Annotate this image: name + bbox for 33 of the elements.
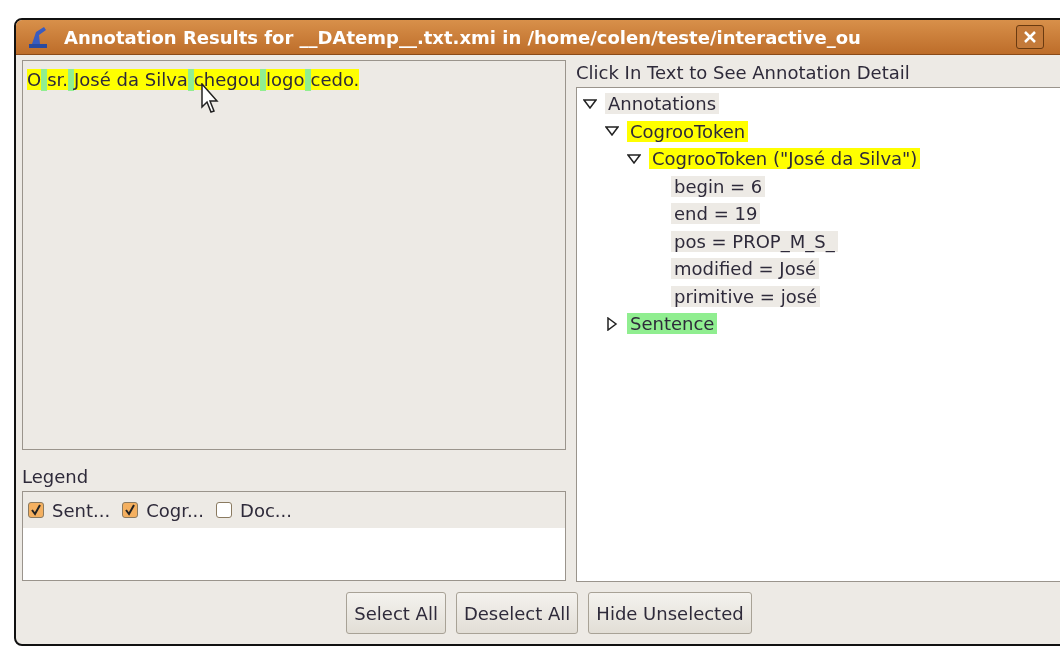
tree-node[interactable]: pos = PROP_M_S_ xyxy=(671,230,838,252)
window-title: Annotation Results for __DAtemp__.txt.xmi in /home/colen/teste/interactive_ou xyxy=(64,26,862,48)
expanded-triangle-icon[interactable] xyxy=(583,96,597,111)
annotated-token[interactable]: logo xyxy=(266,69,305,90)
tree-node[interactable]: CogrooToken ("José da Silva") xyxy=(649,148,921,170)
legend-label: Doc... xyxy=(240,499,292,521)
close-icon xyxy=(1024,31,1036,43)
annotated-token[interactable]: sr. xyxy=(47,69,69,90)
action-button[interactable]: Deselect All xyxy=(455,592,579,634)
annotated-token[interactable]: chegou xyxy=(193,69,261,90)
tree-node[interactable]: Annotations xyxy=(605,93,720,115)
tree-node[interactable]: end = 19 xyxy=(671,203,761,225)
action-button[interactable]: Select All xyxy=(346,592,446,634)
expanded-triangle-icon[interactable] xyxy=(627,151,641,166)
annotated-token[interactable]: José da Silva xyxy=(74,69,188,90)
close-button[interactable] xyxy=(1016,25,1044,49)
annotated-token[interactable]: cedo. xyxy=(310,69,360,90)
tree-node[interactable]: Sentence xyxy=(627,313,718,335)
legend-checkbox[interactable] xyxy=(28,502,44,518)
legend-label: Cogr... xyxy=(146,499,205,521)
annotated-token[interactable]: O xyxy=(27,69,42,90)
tree-node[interactable]: begin = 6 xyxy=(671,175,766,197)
tree-node[interactable]: modified = José xyxy=(671,258,820,280)
expanded-triangle-icon[interactable] xyxy=(605,124,619,139)
legend-checkbox[interactable] xyxy=(122,502,139,518)
action-button[interactable]: Hide Unselected xyxy=(588,592,752,634)
tree-node[interactable]: primitive = josé xyxy=(671,285,821,307)
tree-node[interactable]: CogrooToken xyxy=(627,120,749,142)
legend-title: Legend xyxy=(22,466,90,487)
legend-label: Sent... xyxy=(52,499,111,521)
legend-checkbox[interactable] xyxy=(216,502,233,518)
collapsed-triangle-icon[interactable] xyxy=(605,316,619,331)
detail-label: Click In Text to See Annotation Detail xyxy=(576,61,911,85)
